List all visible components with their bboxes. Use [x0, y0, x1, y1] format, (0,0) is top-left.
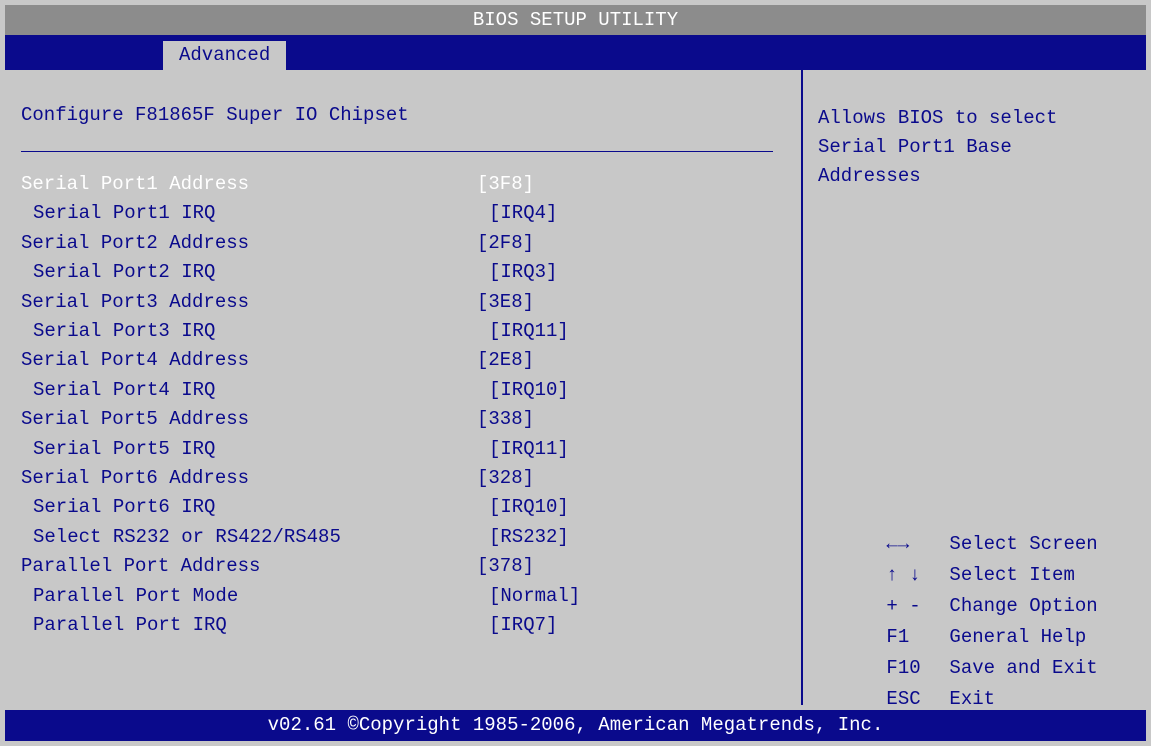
option-row[interactable]: Parallel Port Address [378]	[21, 552, 534, 581]
option-row[interactable]: Serial Port6 IRQ [IRQ10]	[21, 493, 569, 522]
option-row[interactable]: Serial Port5 Address [338]	[21, 405, 534, 434]
option-row[interactable]: Serial Port2 Address [2F8]	[21, 229, 534, 258]
option-label: Parallel Port Address	[21, 555, 261, 578]
option-value[interactable]: [338]	[477, 405, 534, 434]
key-name: + -	[886, 595, 921, 617]
option-row[interactable]: Parallel Port Mode [Normal]	[21, 582, 580, 611]
option-value[interactable]: [IRQ7]	[489, 611, 557, 640]
option-label: Parallel Port Mode	[33, 584, 239, 607]
tab-bar: Advanced	[5, 35, 1146, 70]
option-row[interactable]: Select RS232 or RS422/RS485 [RS232]	[21, 523, 569, 552]
option-value[interactable]: [RS232]	[489, 523, 569, 552]
help-line: Addresses	[818, 165, 921, 187]
option-value[interactable]: [3F8]	[477, 170, 534, 199]
option-label: Serial Port5 Address	[21, 408, 250, 431]
option-row[interactable]: Serial Port2 IRQ [IRQ3]	[21, 258, 557, 287]
app-title: BIOS SETUP UTILITY	[472, 9, 679, 31]
option-value[interactable]: [2F8]	[477, 229, 534, 258]
key-description: Select Item	[949, 564, 1075, 586]
option-label: Serial Port2 Address	[21, 231, 250, 254]
option-row[interactable]: Serial Port3 IRQ [IRQ11]	[21, 317, 569, 346]
main-panel: Configure F81865F Super IO Chipset Seria…	[5, 70, 1146, 710]
option-row[interactable]: Serial Port1 IRQ [IRQ4]	[21, 199, 557, 228]
option-row[interactable]: Serial Port4 Address [2E8]	[21, 346, 534, 375]
option-value[interactable]: [328]	[477, 464, 534, 493]
tab-advanced[interactable]: Advanced	[163, 41, 287, 70]
option-row[interactable]: Serial Port3 Address [3E8]	[21, 288, 534, 317]
footer-bar: v02.61 ©Copyright 1985-2006, American Me…	[5, 710, 1146, 741]
option-label: Serial Port1 Address	[21, 173, 250, 195]
option-label: Serial Port4 IRQ	[33, 378, 216, 401]
option-label: Parallel Port IRQ	[33, 614, 227, 636]
help-line: Allows BIOS to select	[818, 107, 1058, 129]
key-description: General Help	[949, 626, 1087, 648]
key-description: Change Option	[949, 595, 1098, 617]
option-label: Serial Port4 Address	[21, 349, 250, 372]
option-label: Serial Port6 Address	[21, 467, 250, 489]
key-legend-row: ←→ Select Screen	[818, 498, 1138, 555]
option-label: Serial Port2 IRQ	[33, 261, 216, 284]
option-value[interactable]: [IRQ11]	[489, 435, 569, 464]
option-label: Serial Port1 IRQ	[33, 202, 216, 225]
option-value[interactable]: [IRQ10]	[489, 493, 569, 522]
key-legend: ←→ Select Screen ↑ ↓ Select Item + - Change…	[818, 498, 1138, 710]
arrow-up-down-icon: ↑ ↓	[886, 564, 921, 586]
option-value[interactable]: [IRQ10]	[489, 376, 569, 405]
option-row[interactable]: Serial Port4 IRQ [IRQ10]	[21, 376, 569, 405]
option-label: Select RS232 or RS422/RS485	[33, 525, 341, 548]
help-panel: Allows BIOS to select Serial Port1 Base …	[818, 104, 1138, 191]
help-line: Serial Port1 Base	[818, 136, 1012, 158]
section-heading: Configure F81865F Super IO Chipset	[21, 104, 409, 126]
option-row[interactable]: Serial Port6 Address [328]	[21, 464, 534, 493]
option-value[interactable]: [2E8]	[477, 346, 534, 375]
title-bar: BIOS SETUP UTILITY	[5, 5, 1146, 35]
option-row[interactable]: Serial Port1 Address [3F8]	[21, 170, 534, 199]
arrow-left-right-icon: ←→	[886, 533, 910, 555]
option-label: Serial Port3 IRQ	[33, 320, 216, 342]
panel-divider	[801, 70, 803, 705]
option-value[interactable]: [378]	[477, 552, 534, 581]
option-label: Serial Port6 IRQ	[33, 496, 216, 519]
option-label: Serial Port5 IRQ	[33, 437, 216, 460]
option-label: Serial Port3 Address	[21, 290, 250, 313]
option-value[interactable]: [IRQ11]	[489, 317, 569, 346]
key-description: Save and Exit	[949, 657, 1098, 679]
option-row[interactable]: Parallel Port IRQ [IRQ7]	[21, 611, 557, 640]
option-value[interactable]: [Normal]	[489, 582, 580, 611]
key-description: Select Screen	[949, 533, 1098, 555]
copyright-text: v02.61 ©Copyright 1985-2006, American Me…	[267, 714, 884, 736]
key-name: F10	[886, 657, 921, 679]
key-name: F1	[886, 626, 910, 648]
option-value[interactable]: [IRQ4]	[489, 199, 557, 228]
option-row[interactable]: Serial Port5 IRQ [IRQ11]	[21, 435, 569, 464]
option-value[interactable]: [IRQ3]	[489, 258, 557, 287]
heading-divider	[21, 151, 773, 152]
option-value[interactable]: [3E8]	[477, 288, 534, 317]
